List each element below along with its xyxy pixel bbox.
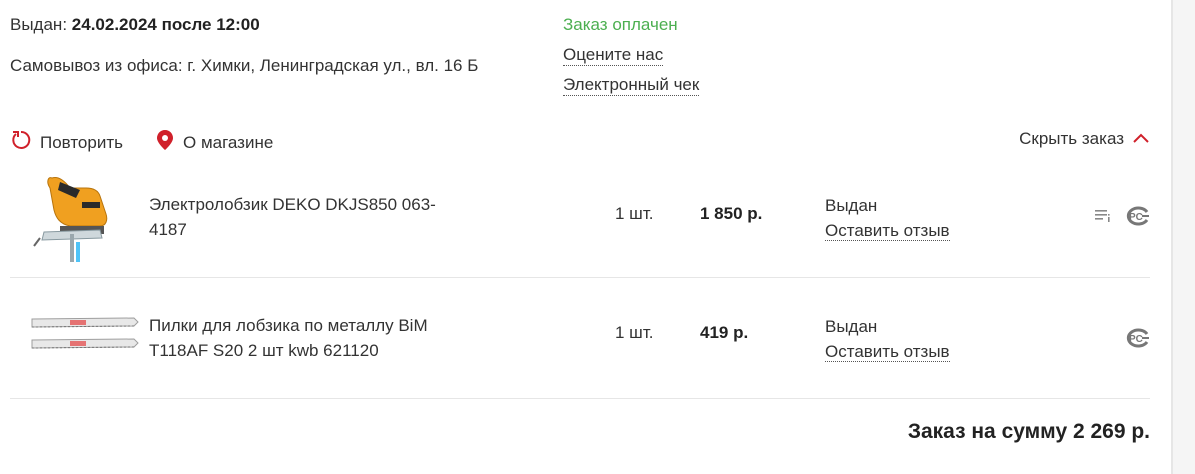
order-item-row: Электролобзик DEKO DKJS850 063-4187 1 шт…: [10, 168, 1150, 278]
order-item-row: Пилки для лобзика по металлу BiM T118AF …: [10, 278, 1150, 399]
page-background-strip: [1173, 0, 1195, 474]
leave-review-link[interactable]: Оставить отзыв: [825, 342, 950, 362]
item-price: 419 р.: [700, 323, 749, 342]
map-pin-icon: [155, 129, 175, 156]
svg-text:PC: PC: [1129, 334, 1143, 345]
hide-order-label: Скрыть заказ: [1019, 129, 1124, 148]
issued-value: 24.02.2024 после 12:00: [71, 15, 260, 34]
repeat-icon: [10, 129, 32, 156]
certification-mark-icon: PC: [1124, 206, 1150, 231]
order-status: Заказ оплачен: [563, 15, 678, 34]
svg-text:PC: PC: [1129, 212, 1143, 223]
item-status: Выдан: [825, 317, 878, 336]
item-status: Выдан: [825, 196, 878, 215]
item-name[interactable]: Электролобзик DEKO DKJS850 063-4187: [149, 192, 459, 242]
leave-review-link[interactable]: Оставить отзыв: [825, 221, 950, 241]
item-quantity: 1 шт.: [615, 204, 654, 223]
saw-blades-image[interactable]: [30, 314, 140, 359]
item-price: 1 850 р.: [700, 204, 763, 223]
store-label: О магазине: [183, 132, 274, 152]
certification-mark-icon: PC: [1124, 328, 1150, 353]
repeat-label: Повторить: [40, 132, 123, 152]
issued-label: Выдан:: [10, 15, 68, 34]
pickup-address: Самовывоз из офиса: г. Химки, Ленинградс…: [10, 56, 479, 75]
item-quantity: 1 шт.: [615, 323, 654, 342]
item-icons: PC: [1124, 328, 1150, 353]
chevron-up-icon: [1132, 129, 1150, 149]
jigsaw-image[interactable]: [30, 168, 110, 269]
electronic-receipt-link[interactable]: Электронный чек: [563, 75, 700, 96]
issued-date: Выдан: 24.02.2024 после 12:00: [10, 15, 260, 35]
about-store-button[interactable]: О магазине: [155, 129, 273, 156]
specs-list-icon[interactable]: [1094, 208, 1112, 229]
hide-order-button[interactable]: Скрыть заказ: [1019, 129, 1150, 149]
item-name[interactable]: Пилки для лобзика по металлу BiM T118AF …: [149, 313, 459, 363]
repeat-order-button[interactable]: Повторить: [10, 129, 123, 156]
order-panel: Выдан: 24.02.2024 после 12:00 Самовывоз …: [0, 0, 1171, 474]
order-total: Заказ на сумму 2 269 р.: [907, 420, 1150, 443]
rate-us-link[interactable]: Оцените нас: [563, 45, 664, 66]
item-icons: PC: [1094, 206, 1150, 231]
